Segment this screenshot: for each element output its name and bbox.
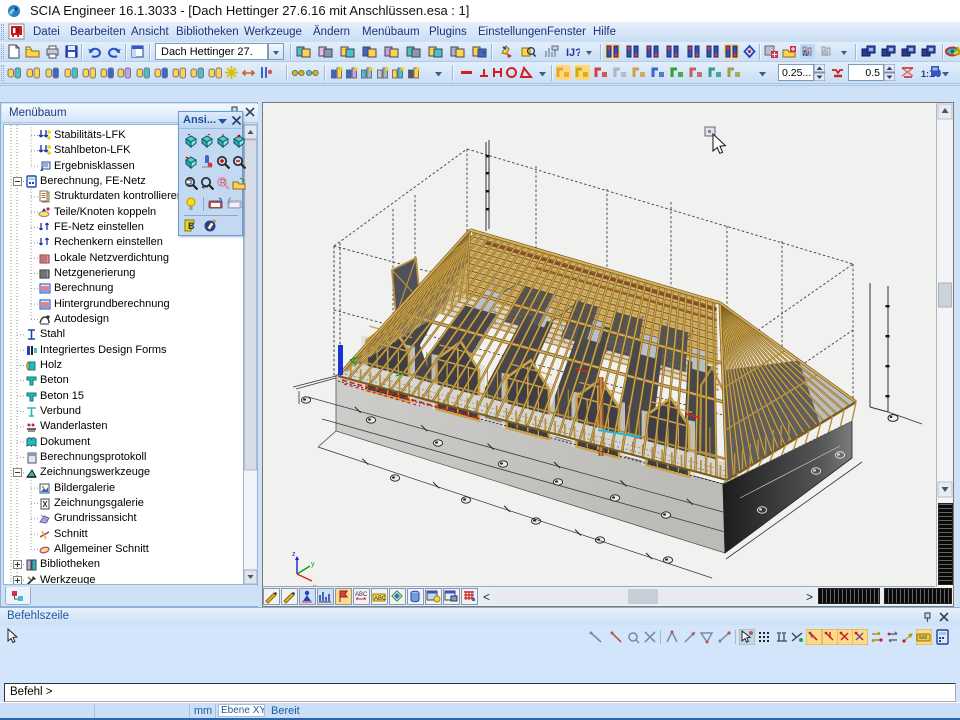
svg-text:B: B <box>188 221 195 231</box>
svg-text:fv: fv <box>822 49 829 58</box>
svg-text:z: z <box>292 551 296 558</box>
svg-text:ABC: ABC <box>374 596 387 602</box>
svg-text:fv: fv <box>803 49 810 58</box>
svg-text:y: y <box>311 561 315 568</box>
svg-text:IJ?: IJ? <box>566 47 580 59</box>
svg-text:ABC: ABC <box>355 592 368 598</box>
svg-text:R: R <box>220 178 226 187</box>
